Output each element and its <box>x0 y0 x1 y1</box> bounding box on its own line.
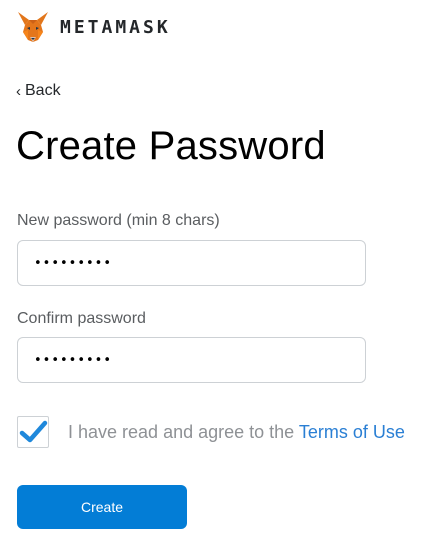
back-link[interactable]: ‹ Back <box>16 82 61 100</box>
confirm-password-label: Confirm password <box>17 310 146 327</box>
chevron-left-icon: ‹ <box>16 82 21 100</box>
create-button[interactable]: Create <box>17 485 187 529</box>
metamask-fox-icon <box>18 12 48 42</box>
back-label: Back <box>25 82 61 99</box>
brand-wordmark: METAMASK <box>60 16 171 38</box>
new-password-label: New password (min 8 chars) <box>17 212 220 229</box>
terms-of-use-link[interactable]: Terms of Use <box>299 422 405 442</box>
terms-statement: I have read and agree to the <box>68 421 299 442</box>
app-header: METAMASK <box>16 10 171 44</box>
terms-row: I have read and agree to the Terms of Us… <box>17 416 405 448</box>
new-password-input[interactable] <box>17 240 366 286</box>
terms-checkbox[interactable] <box>17 416 49 448</box>
terms-text: I have read and agree to the Terms of Us… <box>68 422 405 443</box>
confirm-password-input[interactable] <box>17 337 366 383</box>
page-title: Create Password <box>16 124 326 168</box>
checkmark-icon <box>19 420 48 443</box>
